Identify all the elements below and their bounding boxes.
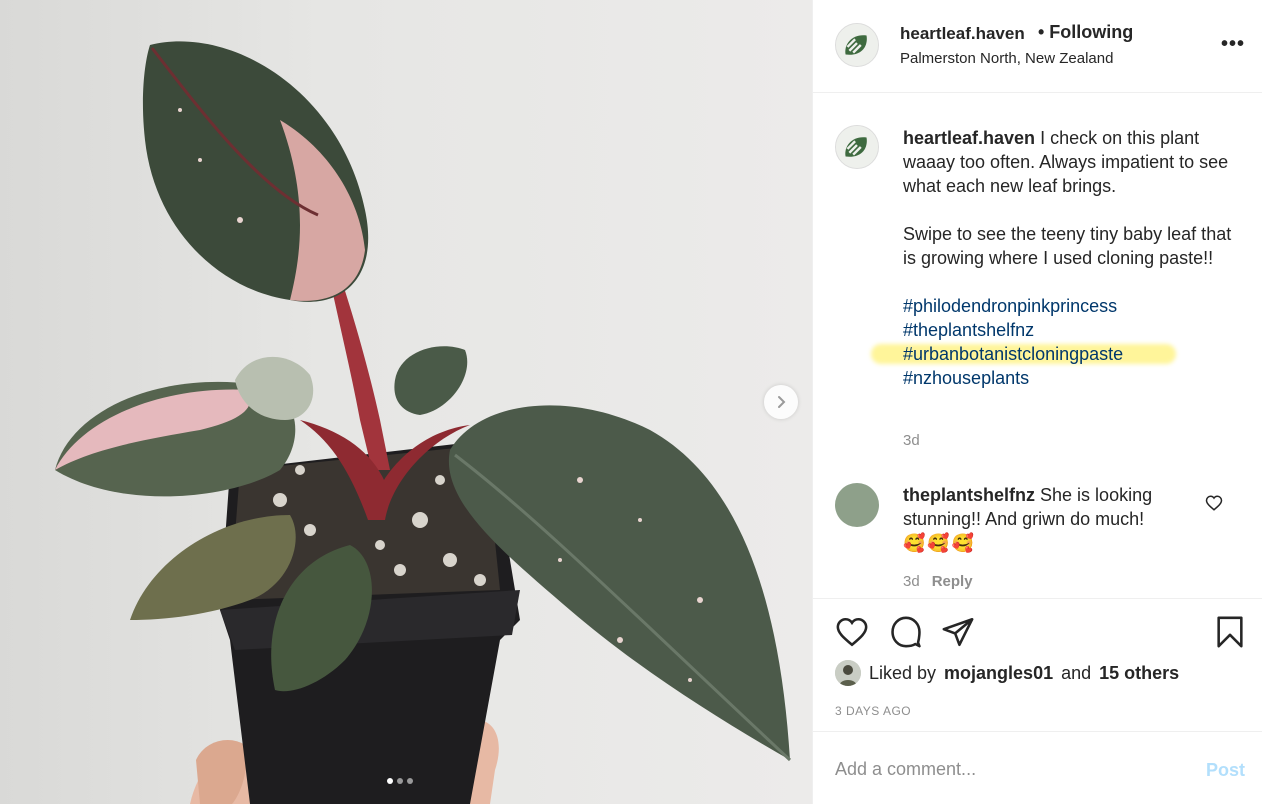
monstera-leaf-icon — [836, 126, 878, 168]
heart-icon[interactable] — [835, 615, 869, 649]
comment: theplantshelfnz She is looking stunning!… — [903, 483, 1193, 555]
bookmark-icon[interactable] — [1213, 615, 1247, 649]
carousel-dot — [387, 778, 393, 784]
reply-button[interactable]: Reply — [932, 573, 973, 590]
carousel-dot — [407, 778, 413, 784]
post-actions: Liked by mojangles01 and 15 others 3 DAY… — [813, 598, 1262, 731]
hashtag-link[interactable]: #philodendronpinkprincess — [903, 294, 1233, 318]
liked-and-label: and — [1061, 662, 1092, 683]
share-paper-plane-icon[interactable] — [941, 615, 975, 649]
comment-like-heart-icon[interactable] — [1205, 494, 1223, 512]
hashtag-link[interactable]: #urbanbotanistcloningpaste — [903, 342, 1233, 366]
post-caption: heartleaf.haven I check on this plant wa… — [903, 126, 1233, 390]
person-icon — [835, 660, 861, 686]
post-timestamp[interactable]: 3 DAYS AGO — [835, 704, 911, 718]
liked-by-label: Liked by — [869, 662, 937, 683]
hashtag-link[interactable]: #nzhouseplants — [903, 366, 1233, 390]
carousel-indicator — [387, 778, 413, 784]
post-header: heartleaf.haven • Following Palmerston N… — [813, 0, 1262, 93]
ellipsis-icon[interactable]: ••• — [1221, 33, 1245, 56]
avatar[interactable] — [835, 483, 879, 527]
comment-username[interactable]: theplantshelfnz — [903, 485, 1035, 505]
avatar[interactable] — [835, 23, 879, 67]
plant-image — [55, 41, 792, 804]
comment-emojis: 🥰🥰🥰 — [903, 533, 977, 553]
post-photo[interactable] — [0, 0, 812, 804]
caption-timestamp[interactable]: 3d — [903, 432, 920, 449]
comment-timestamp[interactable]: 3d — [903, 573, 920, 590]
comment-bubble-icon[interactable] — [889, 615, 923, 649]
liked-by-username[interactable]: mojangles01 — [944, 663, 1053, 684]
post-author-username[interactable]: heartleaf.haven — [900, 24, 1025, 44]
carousel-next-button[interactable] — [764, 385, 798, 419]
add-comment-bar: Post — [813, 731, 1262, 804]
liked-others-link[interactable]: 15 others — [1099, 663, 1179, 684]
post-side-panel: heartleaf.haven • Following Palmerston N… — [812, 0, 1262, 804]
avatar[interactable] — [835, 660, 861, 686]
follow-status-button[interactable]: • Following — [1038, 22, 1133, 43]
add-comment-input[interactable] — [835, 754, 1175, 784]
avatar[interactable] — [835, 125, 879, 169]
comment-meta: 3d Reply — [903, 573, 973, 590]
chevron-right-icon — [778, 396, 786, 408]
carousel-dot — [397, 778, 403, 784]
caption-username[interactable]: heartleaf.haven — [903, 128, 1035, 148]
caption-text: Swipe to see the teeny tiny baby leaf th… — [903, 224, 1232, 268]
post-location-link[interactable]: Palmerston North, New Zealand — [900, 50, 1113, 67]
monstera-leaf-icon — [836, 24, 878, 66]
hashtag-link[interactable]: #theplantshelfnz — [903, 318, 1233, 342]
likes-summary: Liked by mojangles01 and 15 others — [835, 660, 1179, 686]
hashtag-list: #philodendronpinkprincess #theplantshelf… — [903, 294, 1233, 390]
post-comment-button[interactable]: Post — [1206, 760, 1245, 781]
comments-section[interactable]: heartleaf.haven I check on this plant wa… — [813, 94, 1262, 597]
